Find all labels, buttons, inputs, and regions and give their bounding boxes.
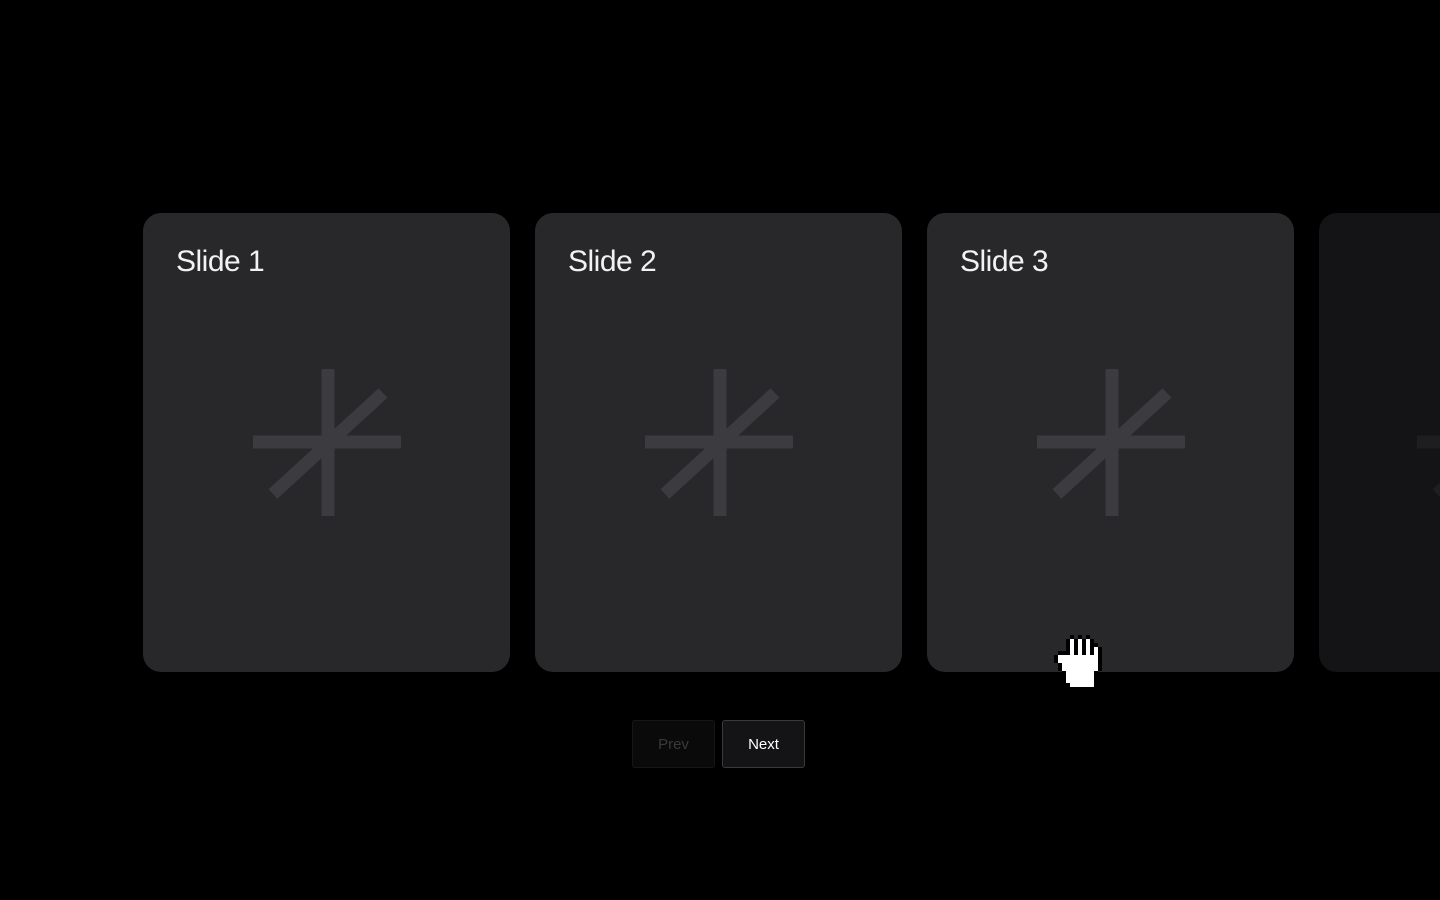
asterisk-icon (1417, 435, 1440, 498)
slide-title: Slide 1 (176, 245, 265, 278)
carousel-controls: Prev Next (632, 720, 805, 768)
slide-title: Slide 2 (568, 245, 657, 278)
asterisk-icon (253, 369, 401, 516)
carousel-stage: Slide 1 Slide 2 Slide 3 Prev Next (0, 0, 1440, 900)
slide-3[interactable]: Slide 3 (927, 213, 1294, 672)
asterisk-icon (1037, 369, 1185, 516)
slide-title: Slide 3 (960, 245, 1049, 278)
slide-4[interactable] (1319, 213, 1440, 672)
slide-2[interactable]: Slide 2 (535, 213, 902, 672)
slide-1[interactable]: Slide 1 (143, 213, 510, 672)
asterisk-icon (645, 369, 793, 516)
prev-button[interactable]: Prev (632, 720, 715, 768)
next-button[interactable]: Next (722, 720, 805, 768)
